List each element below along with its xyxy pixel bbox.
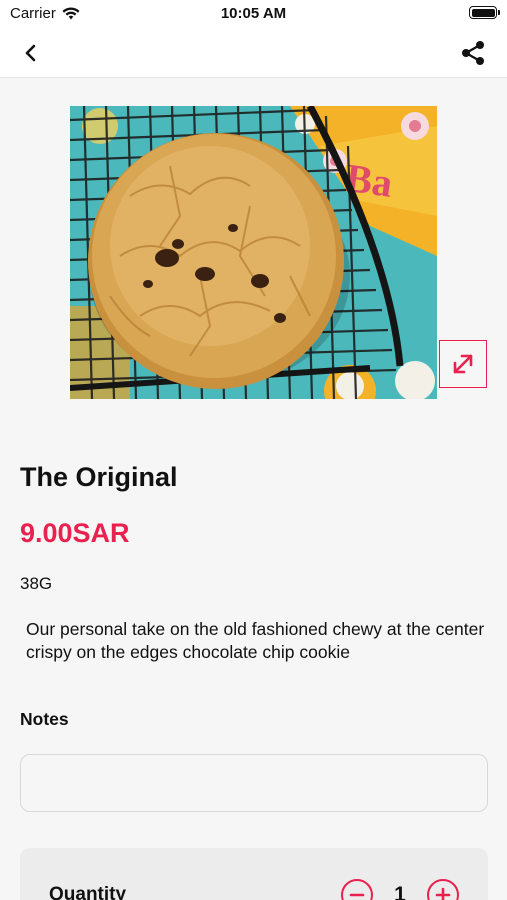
status-bar: Carrier 10:05 AM (0, 0, 507, 28)
notes-label: Notes (20, 709, 69, 729)
minus-circle-icon (349, 893, 365, 897)
quantity-card: Quantity 1 (20, 848, 488, 900)
product-price: 9.00SAR (20, 518, 130, 548)
share-button[interactable] (459, 39, 487, 67)
plus-circle-icon (435, 887, 451, 900)
quantity-label: Quantity (49, 884, 127, 900)
product-description: Our personal take on the old fashioned c… (26, 619, 485, 662)
decrease-quantity-button[interactable] (341, 879, 373, 900)
quantity-value: 1 (394, 883, 406, 900)
product-weight: 38G (20, 574, 53, 593)
status-time: 10:05 AM (220, 5, 287, 22)
cookie-photo: Ba (70, 106, 437, 399)
expand-icon (453, 354, 473, 374)
battery-icon (469, 6, 500, 19)
notes-input[interactable] (20, 754, 488, 812)
product-title: The Original (20, 462, 178, 492)
nav-bar (0, 28, 507, 78)
expand-image-button[interactable] (439, 340, 487, 388)
product-image[interactable]: Ba (70, 106, 437, 399)
share-icon (462, 41, 484, 65)
back-button[interactable] (18, 40, 44, 66)
increase-quantity-button[interactable] (427, 879, 459, 900)
chevron-left-icon (25, 44, 36, 62)
